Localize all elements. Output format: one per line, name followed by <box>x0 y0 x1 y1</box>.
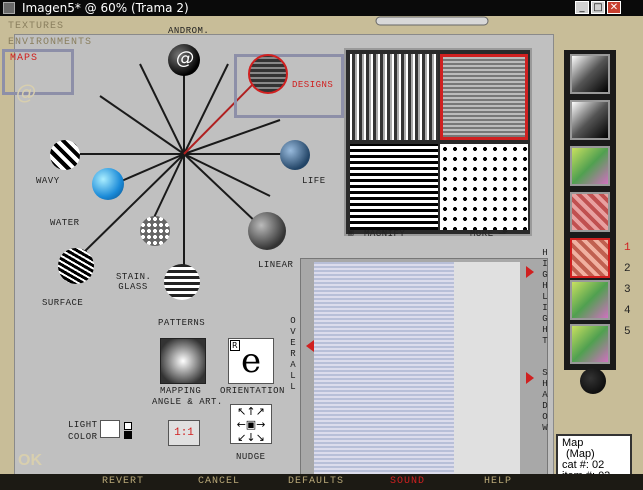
label-wavy: WAVY <box>36 176 60 186</box>
highlight-slider-thumb[interactable] <box>526 266 534 278</box>
more-arrow-icon[interactable]: ⬏ <box>498 226 509 241</box>
number-5[interactable]: 5 <box>624 326 631 338</box>
at-logo-icon: @ <box>16 80 36 104</box>
preview-light-area <box>454 262 520 484</box>
label-angle-art: ANGLE & ART. <box>152 397 223 407</box>
black-ball-icon <box>580 368 606 394</box>
swatch-bevel-1[interactable] <box>570 54 610 94</box>
label-stain-glass: STAIN. GLASS <box>116 272 152 292</box>
dialog-frame: TEXTURES ENVIRONMENTS MAPS @ ANDROM. @ D… <box>0 16 643 490</box>
swatch-bevel-2[interactable] <box>570 100 610 140</box>
ok-button[interactable]: OK <box>18 452 42 470</box>
label-designs[interactable]: DESIGNS <box>292 80 333 90</box>
black-swatch[interactable] <box>124 431 132 439</box>
number-2[interactable]: 2 <box>624 263 631 275</box>
sphere-designs[interactable] <box>248 54 288 94</box>
label-nudge: NUDGE <box>236 452 266 462</box>
texture-grid <box>344 48 532 236</box>
title-bar: Imagen5* @ 60% (Trama 2) _ □ ✕ <box>0 0 643 16</box>
label-magnify: MAGNIFY <box>364 229 406 239</box>
tab-maps[interactable]: MAPS <box>10 53 38 64</box>
nudge-pad[interactable]: ↖↑↗ ←▣→ ↙↓↘ <box>230 404 272 444</box>
label-water: WATER <box>50 218 80 228</box>
label-shadow: SHADOW <box>542 368 548 433</box>
close-button[interactable]: ✕ <box>607 1 621 14</box>
label-more[interactable]: MORE <box>470 229 494 239</box>
sphere-patterns[interactable] <box>164 264 200 300</box>
tab-environments[interactable]: ENVIRONMENTS <box>8 37 92 48</box>
thumb-3[interactable] <box>350 144 438 230</box>
sphere-life[interactable] <box>280 140 310 170</box>
maximize-button[interactable]: □ <box>591 1 605 14</box>
label-androm: ANDROM. <box>168 26 210 36</box>
sphere-wavy[interactable] <box>50 140 80 170</box>
sound-button[interactable]: SOUND <box>390 476 425 487</box>
swatch-6[interactable] <box>570 280 610 320</box>
app-icon <box>3 2 15 14</box>
orientation-glyph: e <box>241 341 262 381</box>
label-mapping: MAPPING <box>160 386 202 396</box>
label-orientation: ORIENTATION <box>220 386 285 396</box>
label-overall: OVERALL <box>290 316 296 392</box>
revert-button[interactable]: REVERT <box>102 476 144 487</box>
label-linear: LINEAR <box>258 260 294 270</box>
overall-slider-thumb[interactable] <box>306 340 314 352</box>
swatch-strip <box>564 50 616 370</box>
androm-glyph-icon: @ <box>176 48 194 69</box>
swatch-5-selected[interactable] <box>570 238 610 278</box>
number-3[interactable]: 3 <box>624 284 631 296</box>
light-color-swatch[interactable] <box>100 420 120 438</box>
label-surface: SURFACE <box>42 298 84 308</box>
label-light: LIGHT <box>68 420 98 430</box>
orientation-badge: R <box>230 340 240 351</box>
number-1[interactable]: 1 <box>624 242 631 254</box>
label-color: COLOR <box>68 432 98 442</box>
help-button[interactable]: HELP <box>484 476 512 487</box>
defaults-button[interactable]: DEFAULTS <box>288 476 344 487</box>
sphere-stain-glass[interactable] <box>140 216 170 246</box>
ratio-button[interactable]: 1:1 <box>168 420 200 446</box>
sphere-androm[interactable]: @ <box>168 44 200 76</box>
label-highlight: HIGHLIGHT <box>542 248 548 346</box>
mapping-button[interactable] <box>160 338 206 384</box>
thumb-2[interactable] <box>440 54 528 140</box>
white-swatch[interactable] <box>124 422 132 430</box>
label-life: LIFE <box>302 176 326 186</box>
swatch-7[interactable] <box>570 324 610 364</box>
swatch-4[interactable] <box>570 192 610 232</box>
sphere-water[interactable] <box>92 168 124 200</box>
shadow-slider-thumb[interactable] <box>526 372 534 384</box>
window-title: Imagen5* @ 60% (Trama 2) <box>22 1 189 15</box>
orientation-button[interactable]: R e <box>228 338 274 384</box>
swatch-3[interactable] <box>570 146 610 186</box>
thumb-4[interactable] <box>440 144 528 230</box>
tab-textures[interactable]: TEXTURES <box>8 21 64 32</box>
label-patterns: PATTERNS <box>158 318 206 328</box>
number-4[interactable]: 4 <box>624 305 631 317</box>
thumb-1[interactable] <box>350 54 438 140</box>
sphere-linear[interactable] <box>248 212 286 250</box>
cancel-button[interactable]: CANCEL <box>198 476 240 487</box>
magnify-checkbox[interactable]: ▣ <box>348 228 354 238</box>
minimize-button[interactable]: _ <box>575 1 589 14</box>
preview-image <box>314 262 520 484</box>
sphere-surface[interactable] <box>58 248 94 284</box>
